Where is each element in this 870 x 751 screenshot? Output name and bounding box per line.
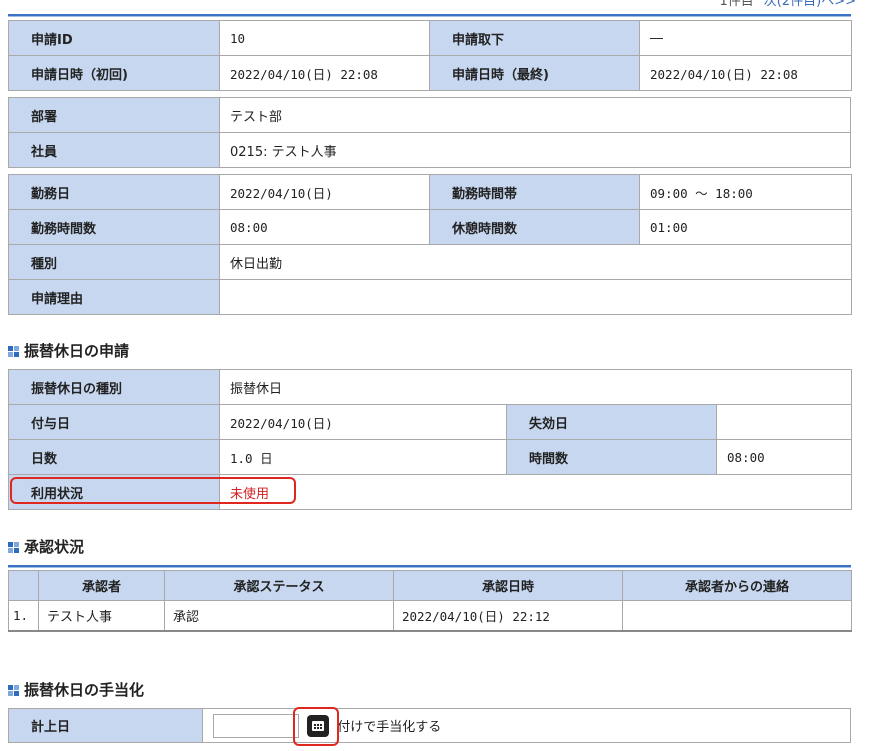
break-hours-label: 休憩時間数	[429, 209, 640, 245]
days-value: 1.0 日	[219, 439, 507, 475]
pager: 1件目 次(2件目)へ>>	[720, 0, 856, 10]
approval-row-datetime: 2022/04/10(日) 22:12	[393, 600, 623, 632]
request-date-last-value: 2022/04/10(日) 22:08	[639, 55, 852, 91]
section-icon	[8, 345, 19, 357]
allowance-heading-text: 振替休日の手当化	[24, 681, 145, 699]
request-reason-value	[219, 279, 852, 315]
sub-hours-label: 時間数	[506, 439, 717, 475]
approval-row-approver: テスト人事	[38, 600, 165, 632]
work-date-value: 2022/04/10(日)	[219, 174, 430, 210]
work-time-range-label: 勤務時間帯	[429, 174, 640, 210]
approval-header-message: 承認者からの連絡	[622, 570, 852, 601]
request-reason-label: 申請理由	[8, 279, 220, 315]
section-icon	[8, 684, 19, 696]
posting-date-cell: 付けで手当化する	[202, 708, 851, 743]
request-id-label: 申請ID	[8, 20, 220, 56]
approval-heading-text: 承認状況	[24, 538, 85, 556]
work-time-range-value: 09:00 ～ 18:00	[639, 174, 852, 210]
withdraw-value: ―	[639, 20, 852, 56]
allowance-table: 計上日 付けで手当化する	[8, 708, 851, 743]
approval-heading: 承認状況	[8, 537, 84, 557]
department-value: テスト部	[219, 97, 851, 133]
table-row: 1. テスト人事 承認 2022/04/10(日) 22:12	[8, 600, 852, 632]
approval-row-status: 承認	[164, 600, 394, 632]
substitute-heading: 振替休日の申請	[8, 341, 129, 361]
approval-row-no: 1.	[8, 600, 39, 632]
withdraw-label: 申請取下	[429, 20, 640, 56]
approval-table: 承認者 承認ステータス 承認日時 承認者からの連絡 1. テスト人事 承認 20…	[8, 570, 852, 632]
department-label: 部署	[8, 97, 220, 133]
substitute-heading-text: 振替休日の申請	[24, 342, 130, 360]
staff-label: 社員	[8, 132, 220, 168]
pager-current: 1件目	[719, 0, 754, 9]
approval-header-status: 承認ステータス	[164, 570, 394, 601]
calendar-icon[interactable]	[307, 714, 330, 737]
usage-status-value: 未使用	[218, 474, 853, 510]
expire-date-label: 失効日	[506, 404, 717, 440]
work-hours-value: 08:00	[219, 209, 430, 245]
request-id-value: 10	[219, 20, 430, 56]
approval-header-no	[8, 570, 39, 601]
posting-date-label: 計上日	[8, 708, 203, 743]
substitute-kind-value: 振替休日	[218, 369, 853, 405]
request-date-last-label: 申請日時（最終)	[429, 55, 640, 91]
expire-date-value	[715, 404, 853, 440]
approval-header-row: 承認者 承認ステータス 承認日時 承認者からの連絡	[8, 570, 852, 601]
top-divider	[8, 14, 851, 17]
work-type-label: 種別	[8, 244, 220, 280]
approval-row-message	[622, 600, 852, 632]
work-type-value: 休日出勤	[219, 244, 852, 280]
substitute-table: 振替休日の種別 振替休日 付与日 2022/04/10(日) 失効日 日数 1.…	[8, 369, 853, 510]
approval-header-datetime: 承認日時	[393, 570, 623, 601]
grant-date-value: 2022/04/10(日)	[219, 404, 507, 440]
work-table: 勤務日 2022/04/10(日) 勤務時間帯 09:00 ～ 18:00 勤務…	[8, 174, 852, 315]
request-date-first-value: 2022/04/10(日) 22:08	[219, 55, 430, 91]
usage-status-label: 利用状況	[8, 474, 220, 510]
substitute-kind-label: 振替休日の種別	[8, 369, 220, 405]
staff-value: 0215: テスト人事	[219, 132, 851, 168]
break-hours-value: 01:00	[639, 209, 852, 245]
posting-date-input[interactable]	[213, 713, 299, 738]
sub-hours-value: 08:00	[715, 439, 853, 475]
grant-date-label: 付与日	[8, 404, 220, 440]
request-date-first-label: 申請日時（初回)	[8, 55, 220, 91]
posting-date-suffix: 付けで手当化する	[337, 720, 442, 735]
section-icon	[8, 541, 19, 553]
approval-divider	[8, 565, 851, 568]
next-record-link[interactable]: 次(2件目)へ>>	[764, 0, 856, 9]
employee-table: 部署 テスト部 社員 0215: テスト人事	[8, 97, 851, 168]
request-info-table: 申請ID 10 申請取下 ― 申請日時（初回) 2022/04/10(日) 22…	[8, 20, 852, 91]
work-hours-label: 勤務時間数	[8, 209, 220, 245]
work-date-label: 勤務日	[8, 174, 220, 210]
days-label: 日数	[8, 439, 220, 475]
allowance-heading: 振替休日の手当化	[8, 680, 144, 700]
approval-header-approver: 承認者	[38, 570, 165, 601]
